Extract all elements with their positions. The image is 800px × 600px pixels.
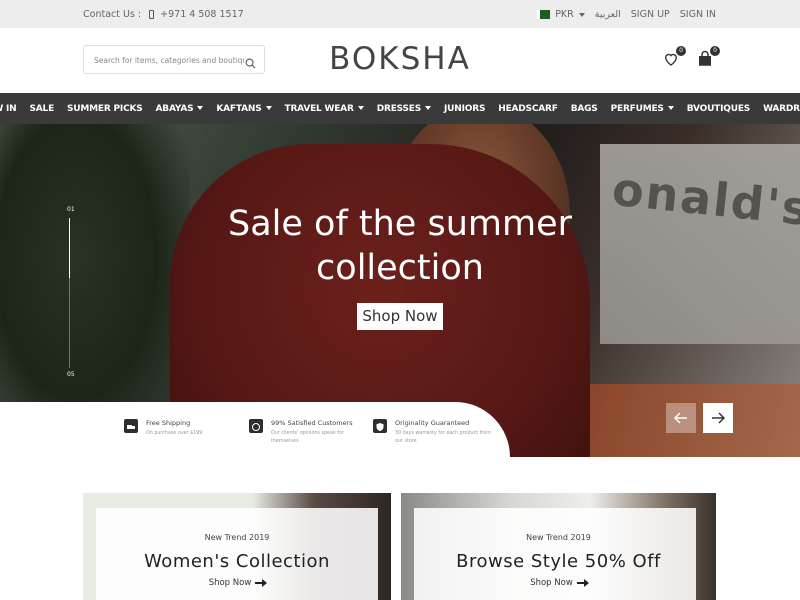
- currency-selector[interactable]: PKR: [537, 9, 585, 20]
- feature-subtitle: On purchase over $199: [146, 431, 203, 436]
- phone-icon: [149, 10, 155, 19]
- arrow-right-icon: [255, 578, 268, 587]
- nav-item-label: TRAVEL WEAR: [284, 103, 354, 114]
- slide-end-number: 05: [67, 371, 75, 378]
- feature-title: Free Shipping: [146, 419, 191, 427]
- feature-subtitle: Our clients' opinions speak for themselv…: [271, 431, 344, 444]
- hero-title: Sale of the summer collection: [0, 202, 800, 290]
- nav-item-abayas[interactable]: ABAYAS: [156, 104, 204, 114]
- nav-item-juniors[interactable]: JUNIORS: [444, 104, 485, 114]
- nav-item-kaftans[interactable]: KAFTANS: [216, 103, 272, 114]
- cart-count-badge: 0: [710, 46, 720, 56]
- nav-item-headscarf[interactable]: HEADSCARF: [498, 103, 558, 114]
- slider-arrows: [666, 403, 733, 433]
- nav-item-label: SALE: [29, 103, 55, 114]
- features-strip: Free Shipping On purchase over $199 99% …: [0, 402, 510, 457]
- nav-item-label: JUNIORS: [444, 103, 486, 114]
- hero-title-line2: collection: [316, 248, 484, 288]
- nav-item-label: ABAYAS: [155, 103, 194, 114]
- feature-title: 99% Satisfied Customers: [271, 419, 353, 427]
- nav-item-label: KAFTANS: [216, 103, 262, 114]
- nav-item-summer-picks[interactable]: SUMMER PICKS: [67, 104, 143, 114]
- currency-label: PKR: [555, 9, 574, 20]
- feature-title: Originality Guaranteed: [395, 419, 470, 427]
- promo-link-label: Shop Now: [208, 578, 252, 588]
- heart-icon: [662, 53, 680, 72]
- phone-number[interactable]: +971 4 508 1517: [160, 9, 244, 20]
- truck-icon: [124, 419, 138, 433]
- promo-link-label: Shop Now: [530, 578, 573, 588]
- hero-shop-now-button[interactable]: Shop Now: [357, 303, 443, 330]
- chevron-down-icon: [667, 106, 674, 110]
- nav-item-wardrobe[interactable]: WARDROBE: [763, 104, 800, 114]
- arrow-right-icon: [576, 578, 589, 587]
- slide-start-number: 01: [67, 206, 75, 213]
- nav-item-label: WARDROBE: [763, 103, 800, 114]
- sign-in-link[interactable]: SIGN IN: [680, 9, 716, 20]
- slider-next-button[interactable]: [703, 403, 733, 433]
- chevron-down-icon: [197, 106, 204, 110]
- chevron-down-icon: [425, 106, 432, 110]
- slide-progress-fill: [69, 218, 70, 278]
- chevron-down-icon: [357, 106, 364, 110]
- contact-label: Contact Us :: [83, 9, 142, 20]
- nav-item-dresses[interactable]: DRESSES: [376, 103, 432, 114]
- promo-kicker: New Trend 2019: [204, 533, 270, 542]
- hero-title-line1: Sale of the summer: [227, 204, 572, 244]
- slider-prev-button[interactable]: [666, 403, 696, 433]
- nav-item-label: PERFUMES: [610, 103, 664, 114]
- contact-info: Contact Us : +971 4 508 1517: [83, 9, 244, 20]
- nav-item-label: NEW IN: [0, 103, 17, 114]
- arrow-left-icon: [673, 409, 688, 428]
- header: BOKSHA 0 0: [0, 28, 800, 93]
- nav-item-label: DRESSES: [376, 103, 422, 114]
- chevron-down-icon: [578, 12, 585, 17]
- language-link[interactable]: العربية: [595, 9, 621, 20]
- nav-item-perfumes[interactable]: PERFUMES: [611, 104, 674, 114]
- nav-item-bvoutiques[interactable]: BVOUTIQUES: [686, 103, 751, 114]
- nav-item-label: SUMMER PICKS: [67, 103, 143, 114]
- shopping-bag-icon: [696, 50, 714, 72]
- nav-item-bags[interactable]: BAGS: [571, 104, 598, 114]
- sign-up-link[interactable]: SIGN UP: [631, 9, 670, 20]
- nav-item-label: HEADSCARF: [498, 103, 558, 114]
- slide-progress: 01 05: [65, 206, 75, 378]
- promo-card-women[interactable]: New Trend 2019 Women's Collection Shop N…: [83, 493, 391, 600]
- nav-item-label: BAGS: [570, 103, 598, 114]
- promo-title: Browse Style 50% Off: [456, 551, 661, 572]
- nav-item-label: BVOUTIQUES: [686, 103, 751, 114]
- nav-item-sale[interactable]: SALE: [29, 104, 54, 114]
- feature-subtitle: 30 days warranty for each product from o…: [395, 431, 491, 444]
- top-bar: Contact Us : +971 4 508 1517 PKR العربية…: [0, 0, 800, 28]
- promo-title: Women's Collection: [144, 551, 330, 572]
- nav-item-travel-wear[interactable]: TRAVEL WEAR: [285, 104, 364, 114]
- main-nav: NEW IN SALE SUMMER PICKS ABAYAS KAFTANS TRAVE…: [0, 93, 800, 124]
- shield-icon: [373, 419, 387, 433]
- wishlist-button[interactable]: 0: [662, 46, 686, 72]
- chevron-down-icon: [265, 106, 272, 110]
- cart-button[interactable]: 0: [696, 46, 720, 72]
- arrow-right-icon: [711, 409, 726, 428]
- nav-item-new-in[interactable]: NEW IN: [0, 103, 17, 114]
- pakistan-flag-icon: [537, 10, 551, 19]
- wishlist-count-badge: 0: [676, 46, 686, 56]
- promo-kicker: New Trend 2019: [526, 533, 591, 542]
- smile-icon: [249, 419, 263, 433]
- promo-card-style[interactable]: New Trend 2019 Browse Style 50% Off Shop…: [401, 493, 716, 600]
- promo-shop-now-link[interactable]: Shop Now: [83, 578, 391, 588]
- promo-shop-now-link[interactable]: Shop Now: [401, 578, 716, 588]
